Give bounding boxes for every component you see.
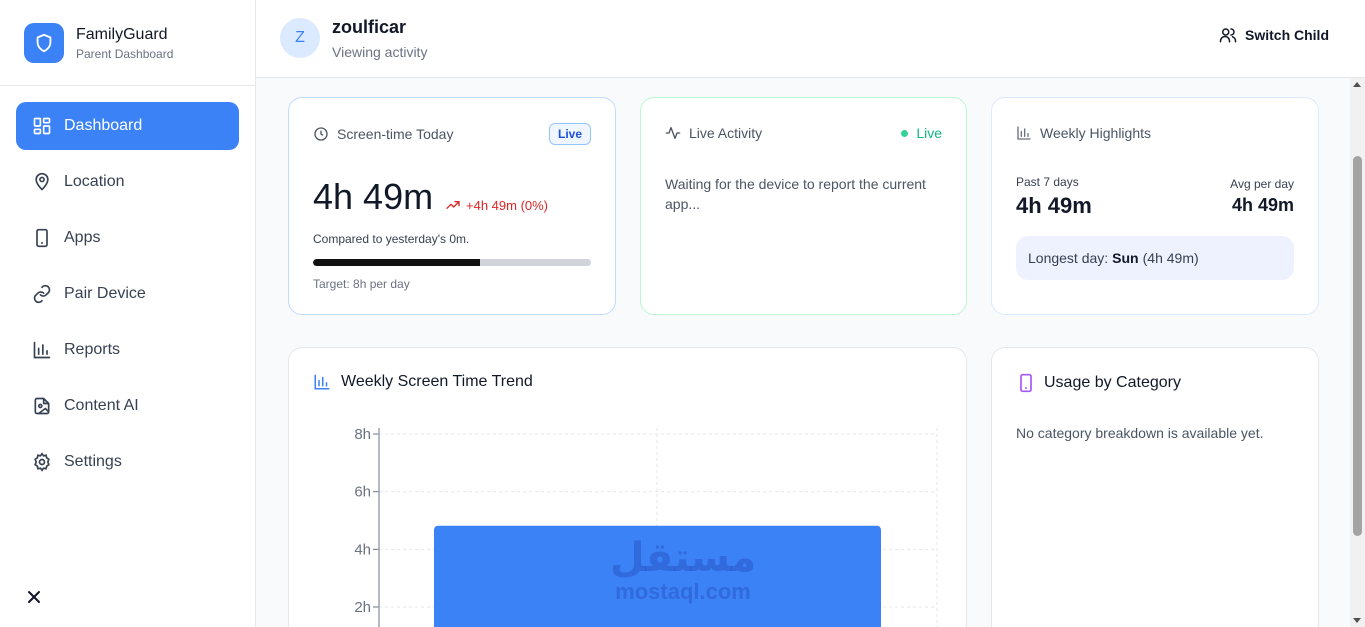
switch-child-label: Switch Child (1245, 27, 1329, 43)
shield-logo-icon (24, 22, 64, 63)
live-activity-card: Live Activity Live Waiting for the devic… (640, 97, 967, 315)
longest-day-label: Longest day: (1028, 250, 1109, 266)
scrollbar-thumb[interactable] (1353, 156, 1362, 536)
scroll-up-icon[interactable] (1353, 82, 1361, 87)
live-badge: Live (548, 123, 591, 145)
trending-up-icon (446, 201, 460, 209)
category-title-text: Usage by Category (1044, 374, 1181, 391)
sidebar-item-pair-device[interactable]: Pair Device (16, 270, 239, 318)
child-name: zoulficar (332, 17, 407, 37)
progress-fill (313, 259, 480, 266)
sidebar-item-label: Settings (64, 453, 122, 470)
link-icon (33, 284, 51, 304)
sidebar-item-location[interactable]: Location (16, 158, 239, 206)
sidebar-item-label: Pair Device (64, 285, 146, 302)
longest-day-box: Longest day: Sun (4h 49m) (1016, 236, 1294, 280)
brand-name: FamilyGuard (76, 25, 168, 43)
screen-time-delta: +4h 49m (0%) (445, 197, 548, 213)
sidebar-item-label: Content AI (64, 397, 139, 414)
dashboard-icon (33, 117, 51, 135)
live-status: Live (901, 125, 942, 141)
y-tick-label: 4h (354, 541, 371, 558)
weekly-trend-chart: 2h 4h 6h 8h (354, 426, 938, 627)
screen-time-value: 4h 49m (313, 176, 434, 217)
category-title: Usage by Category (1016, 373, 1181, 393)
bar-chart-icon (1017, 126, 1031, 140)
sidebar: FamilyGuard Parent Dashboard Dashboard L… (0, 0, 256, 627)
sidebar-item-label: Location (64, 173, 125, 190)
bar (434, 525, 881, 627)
sidebar-item-dashboard[interactable]: Dashboard (16, 102, 239, 150)
longest-day-time: (4h 49m) (1142, 250, 1199, 266)
longest-day-value: Sun (1112, 250, 1139, 266)
sidebar-item-content-ai[interactable]: Content AI (16, 382, 239, 430)
viewing-activity-label: Viewing activity (332, 44, 428, 60)
screen-time-title: Screen-time Today (313, 126, 453, 142)
target-text: Target: 8h per day (313, 277, 410, 291)
weekly-highlights-title-text: Weekly Highlights (1040, 125, 1152, 141)
past-7-days-value: 4h 49m (1016, 193, 1092, 218)
sidebar-item-apps[interactable]: Apps (16, 214, 239, 262)
smartphone-icon (36, 228, 48, 248)
y-tick-label: 6h (354, 484, 371, 501)
sidebar-item-label: Reports (64, 341, 121, 358)
avatar[interactable]: Z (280, 18, 320, 58)
sidebar-nav: Dashboard Location Apps Pair Device Repo… (0, 86, 255, 486)
avg-per-day-label: Avg per day (1230, 177, 1294, 191)
brand-subtitle: Parent Dashboard (76, 46, 174, 61)
waiting-message: Waiting for the device to report the cur… (665, 176, 926, 212)
compared-text: Compared to yesterday's 0m. (313, 232, 470, 246)
y-tick-label: 2h (354, 599, 371, 616)
sidebar-item-reports[interactable]: Reports (16, 326, 239, 374)
page-scrollbar[interactable] (1350, 78, 1365, 627)
sidebar-item-label: Dashboard (64, 117, 143, 134)
screen-time-card: Screen-time Today Live 4h 49m +4h 49m (0… (288, 97, 616, 315)
category-empty-message: No category breakdown is available yet. (1016, 425, 1264, 441)
live-activity-title-text: Live Activity (689, 125, 763, 141)
top-header: Z zoulficar Viewing activity Switch Chil… (256, 0, 1365, 78)
live-activity-title: Live Activity (665, 125, 762, 141)
users-icon (1219, 28, 1237, 43)
weekly-trend-card: Weekly Screen Time Trend 2h 4h 6h 8h (288, 347, 967, 627)
category-card: Usage by Category No category breakdown … (991, 347, 1319, 627)
switch-child-button[interactable]: Switch Child (1219, 26, 1329, 44)
sidebar-item-settings[interactable]: Settings (16, 438, 239, 486)
weekly-highlights-title: Weekly Highlights (1016, 125, 1151, 141)
sidebar-item-label: Apps (64, 229, 101, 246)
screen-time-title-text: Screen-time Today (337, 126, 454, 142)
clock-icon (314, 127, 328, 141)
smartphone-icon (1020, 373, 1032, 393)
map-pin-icon (35, 172, 49, 191)
close-icon[interactable] (24, 587, 44, 607)
gear-icon (34, 452, 50, 472)
live-status-text: Live (916, 125, 942, 141)
live-dot-icon (901, 129, 909, 137)
weekly-highlights-card: Weekly Highlights Past 7 days 4h 49m Avg… (991, 97, 1319, 315)
activity-icon (665, 127, 681, 139)
delta-text: +4h 49m (0%) (466, 197, 549, 213)
bar-chart-icon (33, 341, 51, 359)
image-scan-icon (34, 397, 50, 415)
avg-per-day-value: 4h 49m (1231, 195, 1294, 215)
brand: FamilyGuard Parent Dashboard (0, 0, 255, 86)
past-7-days-label: Past 7 days (1016, 175, 1079, 189)
screen-time-progress (313, 259, 591, 266)
y-tick-label: 8h (354, 426, 371, 443)
scroll-down-icon[interactable] (1353, 618, 1361, 623)
